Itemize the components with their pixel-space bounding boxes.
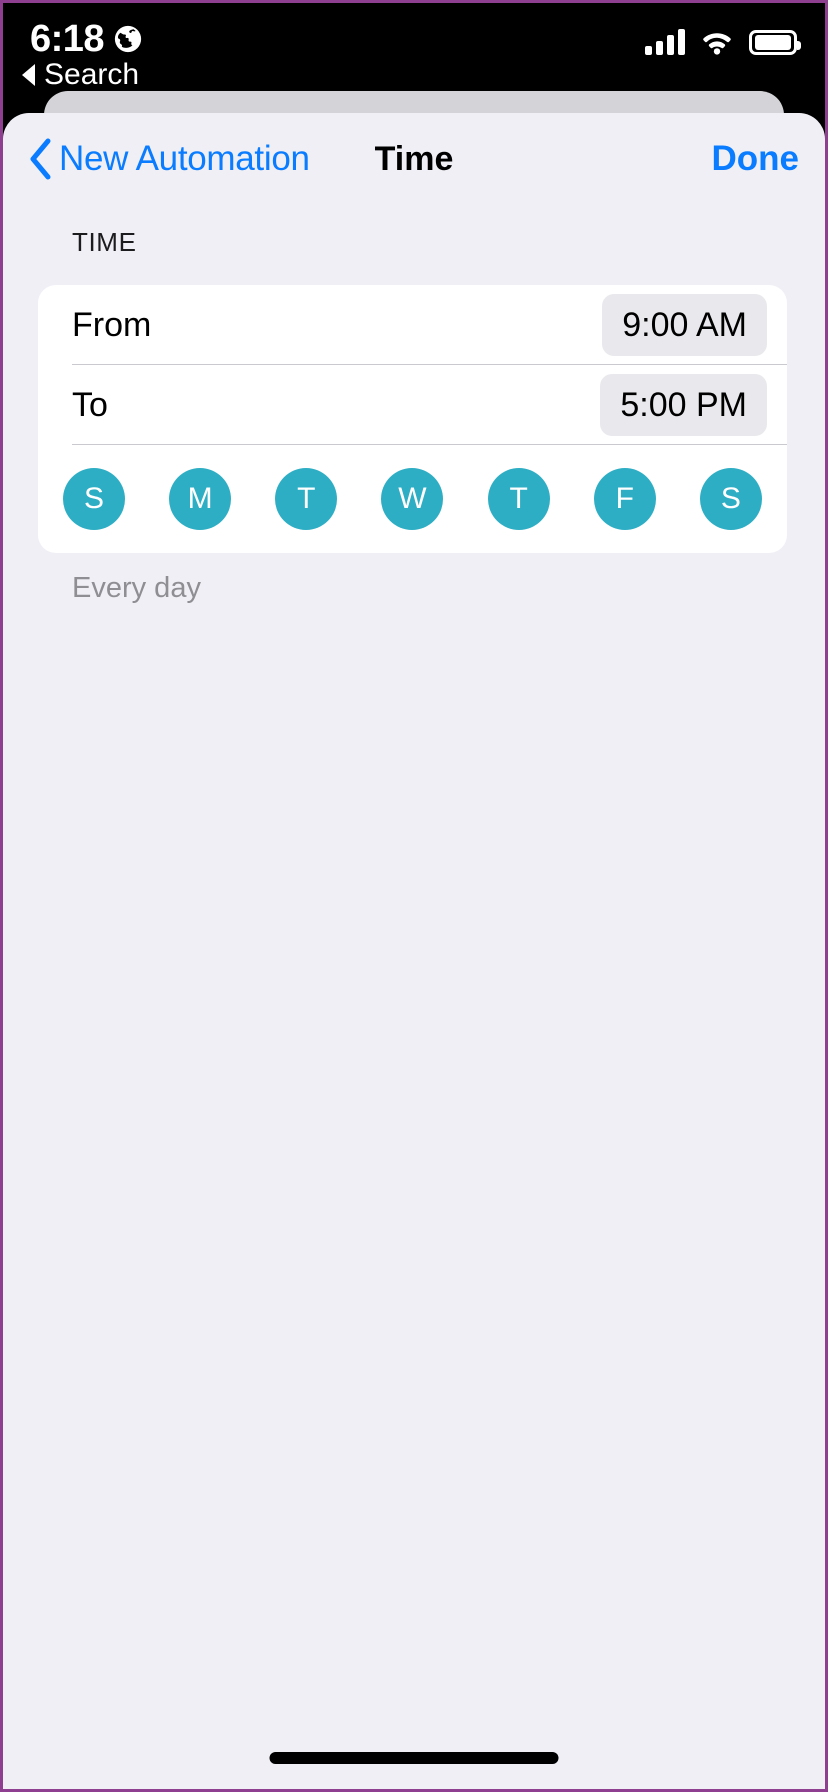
time-settings-card: From 9:00 AM To 5:00 PM S M T W T F S xyxy=(38,285,787,553)
section-header-time: TIME xyxy=(72,227,137,257)
battery-full-icon xyxy=(749,29,801,55)
phone-screen: 6:18 Search New Automation Time Done TIM… xyxy=(0,0,828,1792)
left-triangle-icon xyxy=(22,64,35,86)
time-row-from[interactable]: From 9:00 AM xyxy=(38,285,787,364)
status-time-group: 6:18 xyxy=(30,17,143,61)
navigation-bar: New Automation Time Done xyxy=(3,113,825,218)
day-toggle-tuesday[interactable]: T xyxy=(275,468,338,530)
repeat-summary-label: Every day xyxy=(72,572,201,604)
back-to-app-label: Search xyxy=(44,58,140,91)
page-title: Time xyxy=(374,140,454,178)
day-toggle-friday[interactable]: F xyxy=(593,468,656,530)
home-indicator[interactable] xyxy=(269,1752,559,1764)
day-selector: S M T W T F S xyxy=(38,445,787,553)
time-row-to[interactable]: To 5:00 PM xyxy=(38,365,787,444)
status-bar-indicators xyxy=(645,29,801,55)
done-button[interactable]: Done xyxy=(712,138,800,180)
day-toggle-thursday[interactable]: T xyxy=(487,468,550,530)
time-trigger-sheet: New Automation Time Done TIME From 9:00 … xyxy=(3,113,825,1789)
time-row-from-label: From xyxy=(72,305,152,344)
day-toggle-sunday[interactable]: S xyxy=(63,468,125,530)
time-row-to-label: To xyxy=(72,385,108,424)
wifi-icon xyxy=(703,33,731,55)
globe-icon xyxy=(114,25,142,53)
back-to-previous-app[interactable]: Search xyxy=(22,58,139,92)
time-row-from-value[interactable]: 9:00 AM xyxy=(602,293,767,356)
time-row-to-value[interactable]: 5:00 PM xyxy=(600,373,767,436)
status-bar-time: 6:18 xyxy=(30,18,105,60)
cellular-signal-icon xyxy=(645,29,685,55)
day-toggle-saturday[interactable]: S xyxy=(699,468,762,530)
day-toggle-monday[interactable]: M xyxy=(169,468,232,530)
day-toggle-wednesday[interactable]: W xyxy=(381,468,444,530)
